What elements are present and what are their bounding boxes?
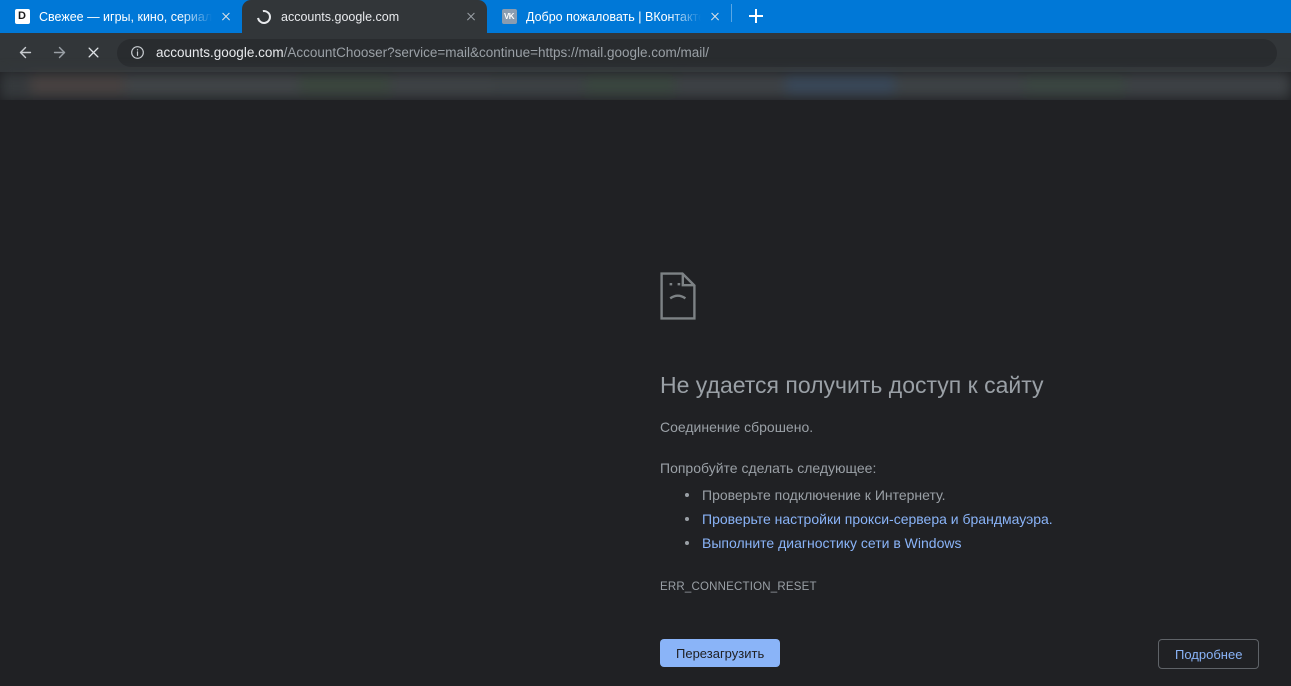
suggestion-link-proxy-settings[interactable]: Проверьте настройки прокси-сервера и бра… [660, 507, 1200, 531]
browser-toolbar: accounts.google.com/AccountChooser?servi… [0, 33, 1291, 72]
bookmark-item[interactable] [675, 76, 785, 94]
suggestions-heading: Попробуйте сделать следующее: [660, 459, 877, 476]
bookmark-item[interactable] [300, 76, 390, 94]
browser-tab-1-title: Свежее — игры, кино, сериалы [39, 9, 212, 24]
dzen-favicon: D [14, 9, 30, 25]
bookmark-item[interactable] [1025, 76, 1125, 94]
browser-tab-2-title: accounts.google.com [281, 9, 400, 24]
dzen-favicon-glyph: D [14, 9, 30, 24]
tab-strip: D Свежее — игры, кино, сериалы accounts.… [0, 0, 1291, 33]
info-circle-icon[interactable] [129, 45, 145, 61]
bookmark-item[interactable] [585, 76, 675, 94]
vk-favicon-glyph: VK [501, 9, 517, 24]
vk-favicon: VK [501, 9, 517, 25]
suggestion-item: Проверьте подключение к Интернету. [660, 483, 1200, 507]
address-bar[interactable]: accounts.google.com/AccountChooser?servi… [117, 38, 1277, 67]
close-icon[interactable] [216, 7, 236, 27]
close-icon[interactable] [705, 7, 725, 27]
bookmark-item[interactable] [390, 76, 495, 94]
suggestion-link-network-diagnostics[interactable]: Выполните диагностику сети в Windows [660, 531, 1200, 555]
address-bar-url: accounts.google.com/AccountChooser?servi… [156, 39, 709, 67]
details-button[interactable]: Подробнее [1158, 639, 1260, 669]
bookmark-item[interactable] [1125, 76, 1291, 94]
address-bar-path: /AccountChooser?service=mail&continue=ht… [283, 44, 710, 60]
browser-tab-3[interactable]: VK Добро пожаловать | ВКонтакте [487, 0, 731, 33]
error-code: ERR_CONNECTION_RESET [660, 580, 817, 593]
sad-page-icon [660, 272, 1200, 325]
page-title: Не удается получить доступ к сайту [660, 372, 1044, 398]
suggestions-list: Проверьте подключение к Интернету. Прове… [660, 483, 1200, 555]
new-tab-button[interactable] [742, 2, 770, 30]
bookmark-item[interactable] [785, 76, 895, 94]
bookmark-item[interactable] [495, 76, 585, 94]
reload-button[interactable]: Перезагрузить [660, 639, 781, 667]
stop-loading-icon[interactable] [79, 39, 107, 67]
page-content: Не удается получить доступ к сайту Соеди… [0, 100, 1291, 686]
forward-arrow-icon[interactable] [45, 39, 73, 67]
browser-tab-3-title: Добро пожаловать | ВКонтакте [526, 9, 701, 24]
error-subtitle: Соединение сброшено. [660, 418, 814, 435]
back-arrow-icon[interactable] [11, 39, 39, 67]
bookmark-item[interactable] [895, 76, 1025, 94]
tab-separator [731, 4, 732, 22]
close-icon[interactable] [461, 7, 481, 27]
bookmark-item[interactable] [125, 76, 300, 94]
bookmark-item[interactable] [30, 76, 125, 94]
loading-spinner-icon [254, 6, 274, 27]
bookmarks-bar[interactable] [0, 72, 1291, 100]
address-bar-host: accounts.google.com [156, 44, 284, 60]
browser-tab-1[interactable]: D Свежее — игры, кино, сериалы [0, 0, 242, 33]
browser-tab-2[interactable]: accounts.google.com [242, 0, 487, 33]
error-container: Не удается получить доступ к сайту Соеди… [660, 272, 1200, 593]
